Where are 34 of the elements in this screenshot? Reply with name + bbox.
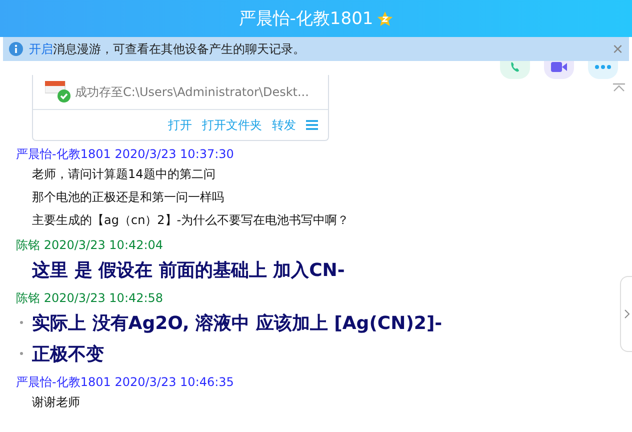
star-badge-icon: [377, 10, 394, 26]
file-status: 成功存至C:\Users\Administrator\Deskt...: [75, 84, 309, 100]
notice-text: 开启消息漫游，可查看在其他设备产生的聊天记录。: [29, 40, 305, 58]
menu-icon[interactable]: [306, 120, 318, 130]
message-text: 这里 是 假设在 前面的基础上 加入CN-: [32, 258, 345, 282]
file-saved-icon: [45, 81, 71, 103]
message-text: 实际上 没有Ag2O, 溶液中 应该加上 [Ag(CN)2]-: [32, 312, 442, 334]
bullet-icon: [20, 321, 23, 324]
message-text: 那个电池的正极还是和第一问一样吗: [32, 189, 224, 206]
message-text: 主要生成的【ag（cn）2】-为什么不要写在电池书写中啊？: [32, 212, 350, 229]
enable-link[interactable]: 开启: [29, 42, 53, 56]
expand-tab[interactable]: [620, 276, 632, 352]
video-button[interactable]: [544, 61, 574, 79]
phone-button[interactable]: [500, 61, 530, 79]
more-icon: [595, 65, 611, 69]
chevron-right-icon: [624, 309, 630, 319]
scroll-up-button[interactable]: [612, 83, 626, 93]
close-button[interactable]: ×: [612, 40, 623, 58]
more-button[interactable]: [588, 61, 618, 79]
message-text: 正极不变: [32, 342, 104, 366]
video-camera-icon: [551, 61, 567, 73]
message-header: 严晨怡-化教1801 2020/3/23 10:37:30: [16, 146, 235, 163]
message-text: 老师，请问计算题14题中的第二问: [32, 166, 216, 183]
bullet-icon: [20, 352, 23, 355]
file-action-link[interactable]: 打开文件夹: [202, 116, 262, 134]
message-header: 陈铭 2020/3/23 10:42:04: [16, 237, 164, 254]
info-icon: [9, 42, 23, 56]
file-action-link[interactable]: 打开: [168, 116, 192, 134]
message-text: 谢谢老师: [32, 394, 80, 411]
message-header: 严晨怡-化教1801 2020/3/23 10:46:35: [16, 374, 235, 391]
phone-icon: [509, 61, 521, 73]
message-header: 陈铭 2020/3/23 10:42:58: [16, 290, 164, 307]
window-title: 严晨怡-化教1801: [238, 8, 374, 30]
file-action-link[interactable]: 转发: [272, 116, 296, 134]
